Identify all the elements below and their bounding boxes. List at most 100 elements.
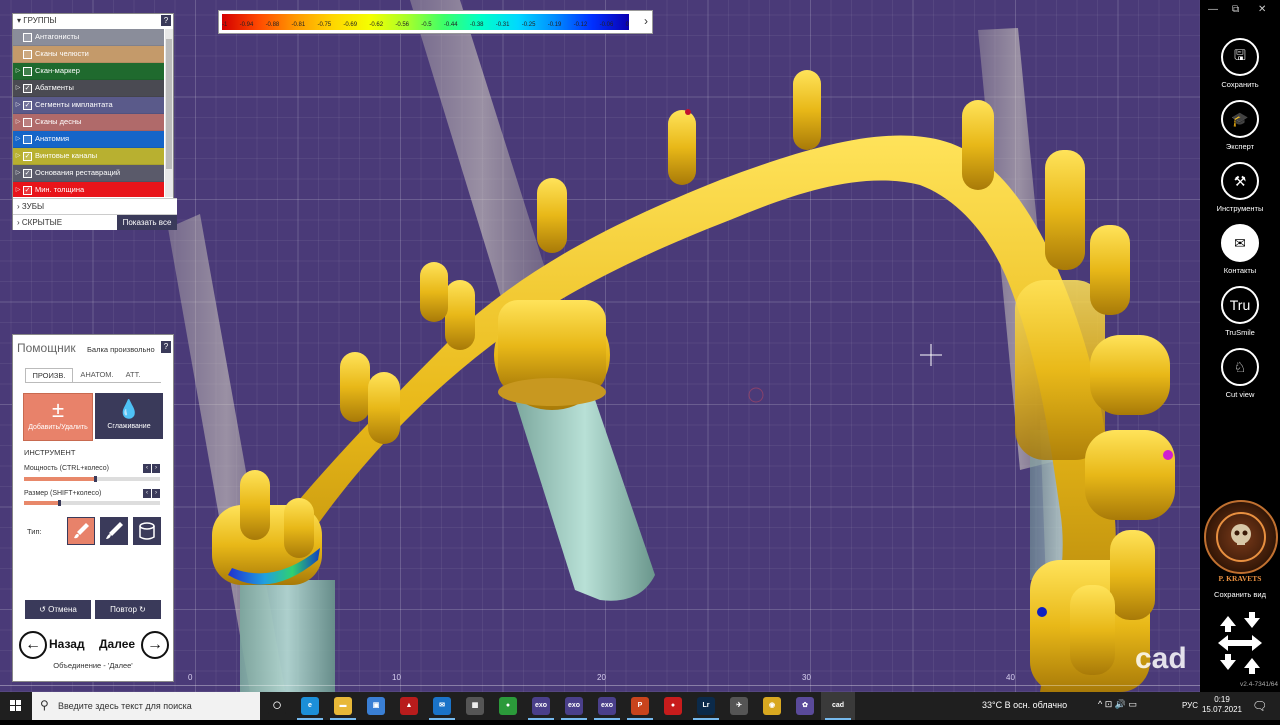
smoothing-button[interactable]: 💧 Сглаживание: [95, 393, 163, 439]
help-button[interactable]: ?: [161, 341, 171, 353]
save-view-button[interactable]: Сохранить вид: [1200, 590, 1280, 599]
language-indicator[interactable]: РУС: [1182, 701, 1198, 710]
back-button[interactable]: Назад: [49, 637, 85, 651]
tab-att[interactable]: АТТ.: [121, 368, 145, 382]
add-remove-button[interactable]: ± Добавить/Удалить: [23, 393, 93, 441]
taskbar-app-app-red[interactable]: ▲: [400, 697, 418, 715]
power-slider[interactable]: [24, 476, 160, 482]
tab-anatomy[interactable]: АНАТОМ.: [75, 368, 119, 382]
groups-header[interactable]: ▾ ГРУППЫ ?: [13, 14, 173, 28]
taskbar-app-recorder[interactable]: ●: [664, 697, 682, 715]
chevron-left-icon[interactable]: ‹: [143, 489, 151, 498]
system-tray[interactable]: ^ ⊡ 🔊 ▭: [1098, 699, 1137, 710]
size-slider[interactable]: [24, 500, 160, 506]
chevron-left-icon[interactable]: ‹: [143, 464, 151, 473]
group-item[interactable]: ▷ ✓ Мин. толщина: [13, 182, 164, 197]
expand-arrow-icon[interactable]: ▷: [13, 148, 23, 164]
start-button[interactable]: [0, 692, 32, 720]
expand-arrow-icon[interactable]: ▷: [13, 182, 23, 197]
scrollbar-thumb[interactable]: [166, 39, 172, 169]
group-visibility-checkbox[interactable]: ✓: [23, 151, 32, 161]
group-item[interactable]: ▷ ✓ Абатменты: [13, 80, 164, 97]
expand-arrow-icon[interactable]: ▷: [13, 80, 23, 96]
expand-arrow-icon[interactable]: ▷: [13, 165, 23, 181]
expand-arrow-icon[interactable]: ▷: [13, 114, 23, 130]
minimize-icon[interactable]: —: [1208, 4, 1218, 15]
group-list-scrollbar[interactable]: [165, 29, 173, 197]
expand-arrow-icon[interactable]: ▷: [13, 97, 23, 113]
taskbar-search[interactable]: ⚲ Введите здесь текст для поиска: [32, 692, 260, 720]
group-visibility-checkbox[interactable]: ✓: [23, 100, 32, 110]
taskbar-app-app-purple[interactable]: ✿: [796, 697, 814, 715]
taskbar-app-exo1[interactable]: exo: [532, 697, 550, 715]
toolbar-button-эксперт[interactable]: 🎓 Эксперт: [1200, 100, 1280, 151]
toolbar-button-сохранить[interactable]: 🖫 Сохранить: [1200, 38, 1280, 89]
toolbar-button-trusmile[interactable]: Tru TruSmile: [1200, 286, 1280, 337]
taskbar-app-edge[interactable]: e: [301, 697, 319, 715]
search-input[interactable]: Введите здесь текст для поиска: [58, 701, 192, 711]
chevron-right-icon[interactable]: ›: [152, 464, 160, 473]
back-arrow-icon[interactable]: ←: [19, 631, 47, 659]
taskbar-app-exo3[interactable]: exo: [598, 697, 616, 715]
expand-arrow-icon[interactable]: ▷: [13, 131, 23, 147]
group-visibility-checkbox[interactable]: ✓: [23, 83, 32, 93]
group-item[interactable]: Антагонисты: [13, 29, 164, 46]
taskbar-app-exo2[interactable]: exo: [565, 697, 583, 715]
taskbar-app-explorer[interactable]: ▬: [334, 697, 352, 715]
taskbar-app-cad[interactable]: cad: [829, 697, 847, 715]
view-rotate-arrows-icon[interactable]: [1216, 612, 1264, 674]
taskbar-app-app-grey[interactable]: ▦: [466, 697, 484, 715]
expand-arrow-icon[interactable]: ▷: [13, 63, 23, 79]
size-slider-knob[interactable]: [58, 500, 62, 506]
group-item[interactable]: Сканы челюсти: [13, 46, 164, 63]
power-stepper[interactable]: ‹ ›: [143, 464, 161, 473]
toolbar-button-контакты[interactable]: ✉ Контакты: [1200, 224, 1280, 275]
color-scale-expand-button[interactable]: ›: [644, 14, 648, 28]
group-visibility-checkbox[interactable]: [23, 117, 32, 127]
bar-model-scene[interactable]: [0, 0, 1200, 692]
taskbar-app-task-view[interactable]: ◯: [268, 697, 286, 715]
group-visibility-checkbox[interactable]: [23, 134, 32, 144]
brush-type-hard-button[interactable]: [100, 517, 128, 545]
clock[interactable]: 0:19 15.07.2021: [1200, 695, 1244, 715]
show-all-button[interactable]: Показать все: [117, 215, 177, 230]
brush-type-cylinder-button[interactable]: [133, 517, 161, 545]
group-item[interactable]: ▷ ✓ Винтовые каналы: [13, 148, 164, 165]
power-slider-knob[interactable]: [93, 476, 97, 482]
group-visibility-checkbox[interactable]: [23, 66, 32, 76]
group-visibility-checkbox[interactable]: [23, 32, 32, 42]
help-button[interactable]: ?: [161, 15, 171, 26]
group-visibility-checkbox[interactable]: [23, 49, 32, 59]
taskbar-app-app-bird[interactable]: ✈: [730, 697, 748, 715]
brush-type-soft-button[interactable]: [67, 517, 95, 545]
3d-viewport[interactable]: 0 10 20 30 40 cad: [0, 0, 1200, 692]
group-item[interactable]: ▷ Скан-маркер: [13, 63, 164, 80]
restore-icon[interactable]: ⧉: [1232, 4, 1239, 15]
size-stepper[interactable]: ‹ ›: [143, 489, 161, 498]
weather-widget[interactable]: 33°C В осн. облачно: [982, 700, 1067, 710]
notifications-icon[interactable]: 🗨: [1252, 699, 1267, 713]
group-item[interactable]: ▷ Сканы десны: [13, 114, 164, 131]
toolbar-button-инструменты[interactable]: ⚒ Инструменты: [1200, 162, 1280, 213]
taskbar-app-chrome[interactable]: ●: [499, 697, 517, 715]
taskbar-app-app-yellow[interactable]: ◉: [763, 697, 781, 715]
group-visibility-checkbox[interactable]: ✓: [23, 185, 32, 195]
toolbar-button-cut-view[interactable]: ♘ Cut view: [1200, 348, 1280, 399]
group-visibility-checkbox[interactable]: ✓: [23, 168, 32, 178]
group-item[interactable]: ▷ ✓ Сегменты имплантата: [13, 97, 164, 114]
next-arrow-icon[interactable]: →: [141, 631, 169, 659]
taskbar-app-powerpoint[interactable]: P: [631, 697, 649, 715]
teeth-section[interactable]: › ЗУБЫ: [13, 198, 177, 214]
taskbar-app-lightroom[interactable]: Lr: [697, 697, 715, 715]
close-icon[interactable]: ✕: [1258, 4, 1266, 15]
group-item[interactable]: ▷ ✓ Основания реставраций: [13, 165, 164, 182]
redo-button[interactable]: Повтор ↻: [95, 600, 161, 619]
hidden-section[interactable]: › СКРЫТЫЕ Показать все: [13, 214, 177, 230]
tab-production[interactable]: ПРОИЗВ.: [25, 368, 73, 383]
taskbar-app-store[interactable]: ▣: [367, 697, 385, 715]
chevron-right-icon[interactable]: ›: [152, 489, 160, 498]
group-item[interactable]: ▷ Анатомия: [13, 131, 164, 148]
taskbar-app-mail[interactable]: ✉: [433, 697, 451, 715]
next-button[interactable]: Далее: [99, 637, 135, 651]
undo-button[interactable]: ↺ Отмена: [25, 600, 91, 619]
